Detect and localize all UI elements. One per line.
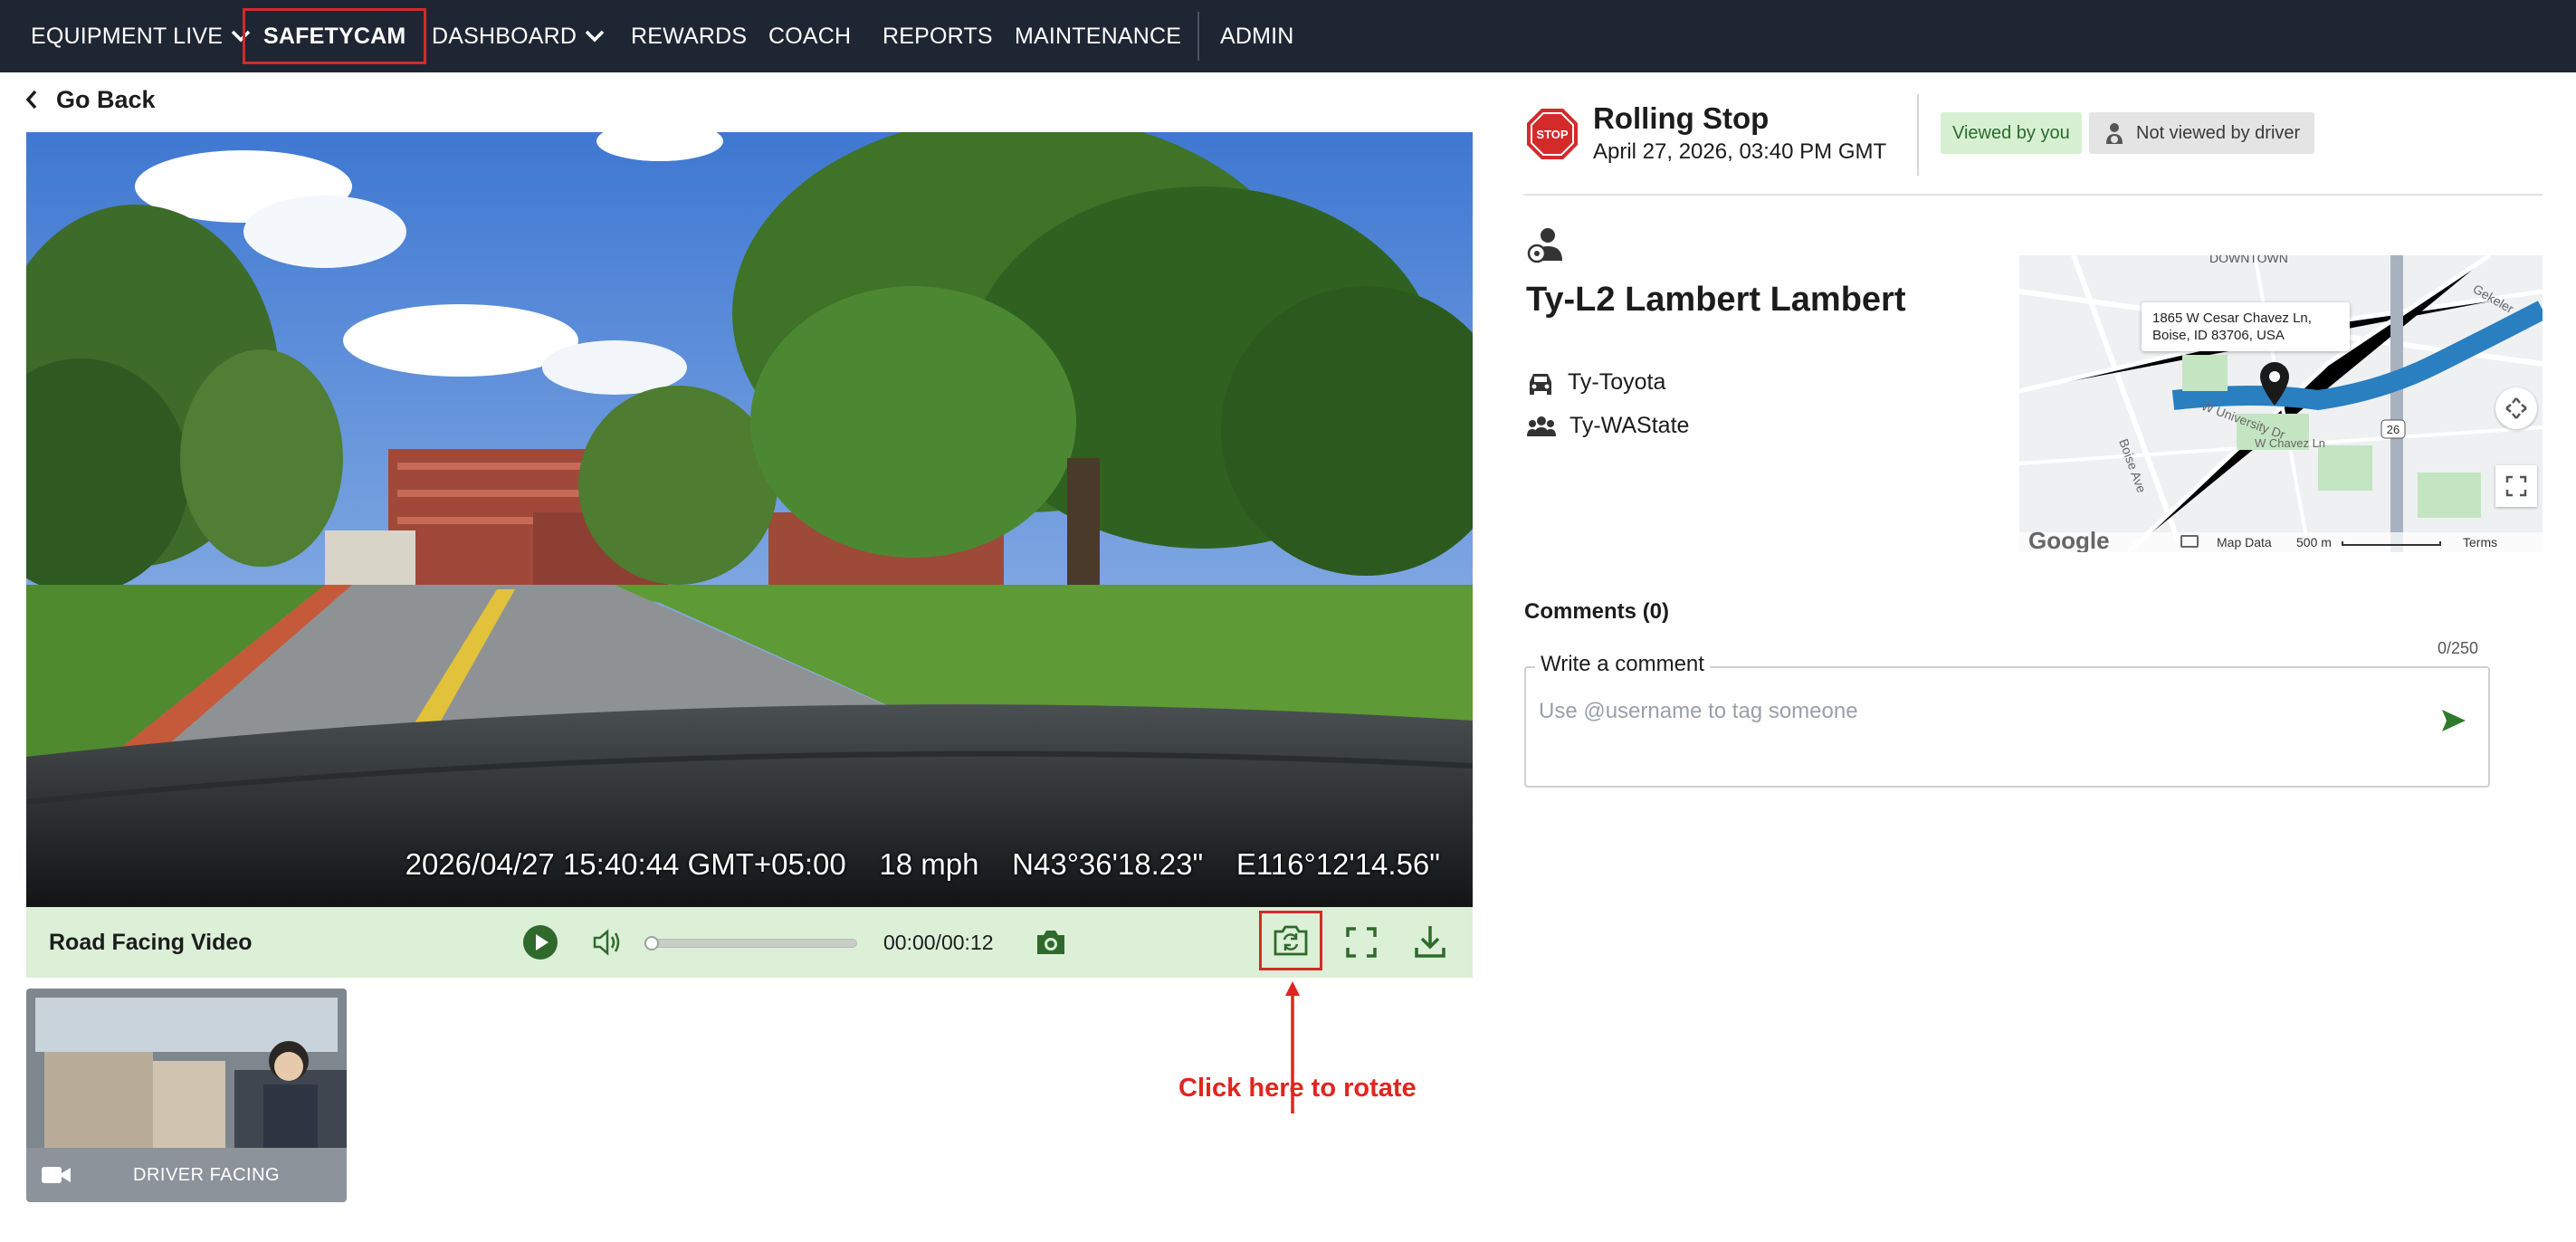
- nav-admin-label: ADMIN: [1220, 23, 1294, 49]
- volume-button[interactable]: [591, 927, 624, 958]
- road-scene-image: [26, 132, 1473, 907]
- nav-dashboard-label: DASHBOARD: [432, 23, 577, 49]
- video-controls-bar: Road Facing Video 00:00/00:12: [26, 907, 1473, 978]
- map-scale-bar: [2342, 541, 2441, 546]
- driver-facing-bar[interactable]: DRIVER FACING: [26, 1148, 347, 1202]
- group-row: Ty-WAState: [1526, 413, 1689, 439]
- fullscreen-icon: [1346, 927, 1377, 958]
- pan-arrows-icon: [2505, 397, 2527, 419]
- progress-handle[interactable]: [644, 936, 659, 951]
- not-viewed-by-driver-label: Not viewed by driver: [2136, 122, 2301, 143]
- not-viewed-by-driver-badge: Not viewed by driver: [2089, 112, 2315, 154]
- map-footer: Google Map Data 500 m Terms: [2019, 527, 2543, 552]
- nav-dashboard[interactable]: DASHBOARD: [432, 0, 606, 72]
- group-name: Ty-WAState: [1569, 413, 1690, 438]
- nav-equipment-live[interactable]: EQUIPMENT LIVE: [31, 0, 252, 72]
- svg-text:26: 26: [2387, 423, 2399, 436]
- driver-facing-thumbnail[interactable]: DRIVER FACING: [26, 989, 347, 1202]
- play-icon: [523, 925, 558, 960]
- nav-coach-label: COACH: [768, 23, 852, 49]
- driver-name: Ty-L2 Lambert Lambert: [1526, 281, 1906, 319]
- nav-safetycam-label: SAFETYCAM: [263, 23, 406, 49]
- camera-icon: [1037, 931, 1064, 954]
- map-fullscreen-button[interactable]: [2495, 465, 2537, 507]
- header-separator: [1523, 194, 2543, 196]
- fullscreen-button[interactable]: [1342, 923, 1380, 961]
- map-scale: 500 m: [2296, 535, 2332, 549]
- road-facing-video[interactable]: 2026/04/27 15:40:44 GMT+05:00 18 mph N43…: [26, 132, 1473, 907]
- vehicle-row: Ty-Toyota: [1526, 369, 1665, 396]
- snapshot-button[interactable]: [1033, 925, 1069, 960]
- comment-field-label: Write a comment: [1535, 652, 1710, 677]
- play-button[interactable]: [522, 924, 558, 960]
- driver-avatar-icon: [1526, 225, 1566, 269]
- nav-maintenance[interactable]: MAINTENANCE: [1015, 0, 1181, 72]
- rotate-camera-icon: [1274, 925, 1308, 956]
- map-address-tooltip: 1865 W Cesar Chavez Ln, Boise, ID 83706,…: [2142, 302, 2350, 351]
- volume-icon: [593, 929, 620, 956]
- nav-reports[interactable]: REPORTS: [883, 0, 993, 72]
- nav-safetycam[interactable]: SAFETYCAM: [243, 8, 427, 64]
- map-pan-control[interactable]: [2495, 387, 2537, 429]
- fullscreen-icon: [2505, 475, 2527, 497]
- top-navigation-bar: EQUIPMENT LIVE SAFETYCAM DASHBOARD REWAR…: [0, 0, 2576, 72]
- comment-box: [1524, 666, 2490, 788]
- chevron-left-icon: [25, 90, 37, 110]
- event-location-map[interactable]: W University Dr Boise Ave Gekeler DOWNTO…: [2019, 255, 2543, 552]
- download-button[interactable]: [1411, 922, 1449, 961]
- video-title: Road Facing Video: [49, 929, 253, 955]
- video-time: 00:00/00:12: [883, 930, 994, 954]
- nav-divider: [1197, 12, 1199, 61]
- map-terms-link[interactable]: Terms: [2463, 535, 2497, 549]
- driver-cabin-image: [26, 989, 347, 1151]
- group-icon: [1527, 416, 1556, 436]
- nav-reports-label: REPORTS: [883, 23, 993, 49]
- nav-rewards[interactable]: REWARDS: [631, 0, 747, 72]
- send-comment-button[interactable]: [2440, 708, 2467, 738]
- viewed-by-you-label: Viewed by you: [1952, 122, 2070, 143]
- keyboard-icon: [2180, 535, 2199, 548]
- car-icon: [1530, 373, 1551, 395]
- send-icon: [2442, 710, 2466, 731]
- comments-title: Comments (0): [1524, 599, 1670, 624]
- rotate-video-button[interactable]: [1259, 911, 1322, 970]
- nav-coach[interactable]: COACH: [768, 0, 851, 72]
- chevron-down-icon: [585, 30, 605, 43]
- rotate-annotation-text: Click here to rotate: [1178, 1074, 1417, 1103]
- nav-maintenance-label: MAINTENANCE: [1015, 23, 1182, 49]
- viewed-by-you-badge: Viewed by you: [1941, 112, 2082, 154]
- nav-equipment-live-label: EQUIPMENT LIVE: [31, 23, 224, 49]
- nav-rewards-label: REWARDS: [631, 23, 748, 49]
- google-logo: Google: [2028, 527, 2110, 552]
- video-progress-slider[interactable]: [644, 936, 857, 951]
- download-icon: [1415, 926, 1445, 958]
- map-data-link[interactable]: Map Data: [2217, 535, 2272, 549]
- comment-input[interactable]: [1539, 693, 2408, 730]
- header-divider: [1917, 94, 1919, 176]
- comment-char-count: 0/250: [2438, 639, 2479, 657]
- video-telemetry-overlay: 2026/04/27 15:40:44 GMT+05:00 18 mph N43…: [405, 847, 1440, 881]
- svg-text:STOP: STOP: [1536, 128, 1568, 141]
- driver-facing-label: DRIVER FACING: [133, 1164, 281, 1185]
- go-back-label: Go Back: [56, 85, 156, 113]
- go-back-button[interactable]: Go Back: [25, 81, 156, 118]
- map-pin-icon: [2260, 362, 2289, 406]
- stop-sign-icon: STOP: [1525, 107, 1579, 166]
- vehicle-name: Ty-Toyota: [1568, 369, 1666, 395]
- svg-text:DOWNTOWN: DOWNTOWN: [2209, 255, 2288, 265]
- nav-admin[interactable]: ADMIN: [1220, 0, 1294, 72]
- svg-text:W Chavez Ln: W Chavez Ln: [2255, 436, 2325, 450]
- driver-icon: [2106, 123, 2123, 144]
- event-title: Rolling Stop: [1593, 101, 1770, 135]
- video-camera-icon: [42, 1167, 71, 1183]
- event-datetime: April 27, 2026, 03:40 PM GMT: [1593, 139, 1887, 164]
